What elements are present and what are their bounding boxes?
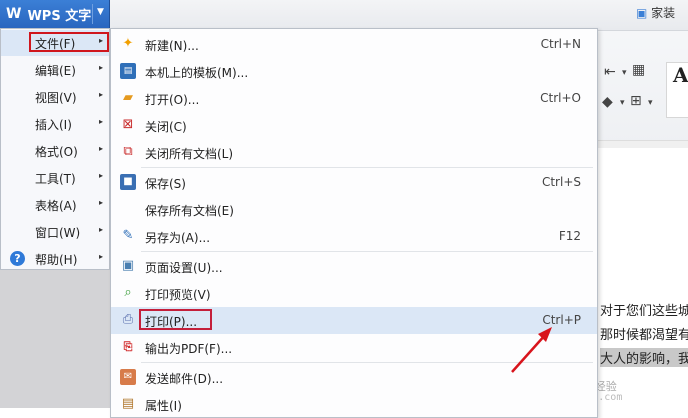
annotation-arrow bbox=[511, 327, 552, 373]
